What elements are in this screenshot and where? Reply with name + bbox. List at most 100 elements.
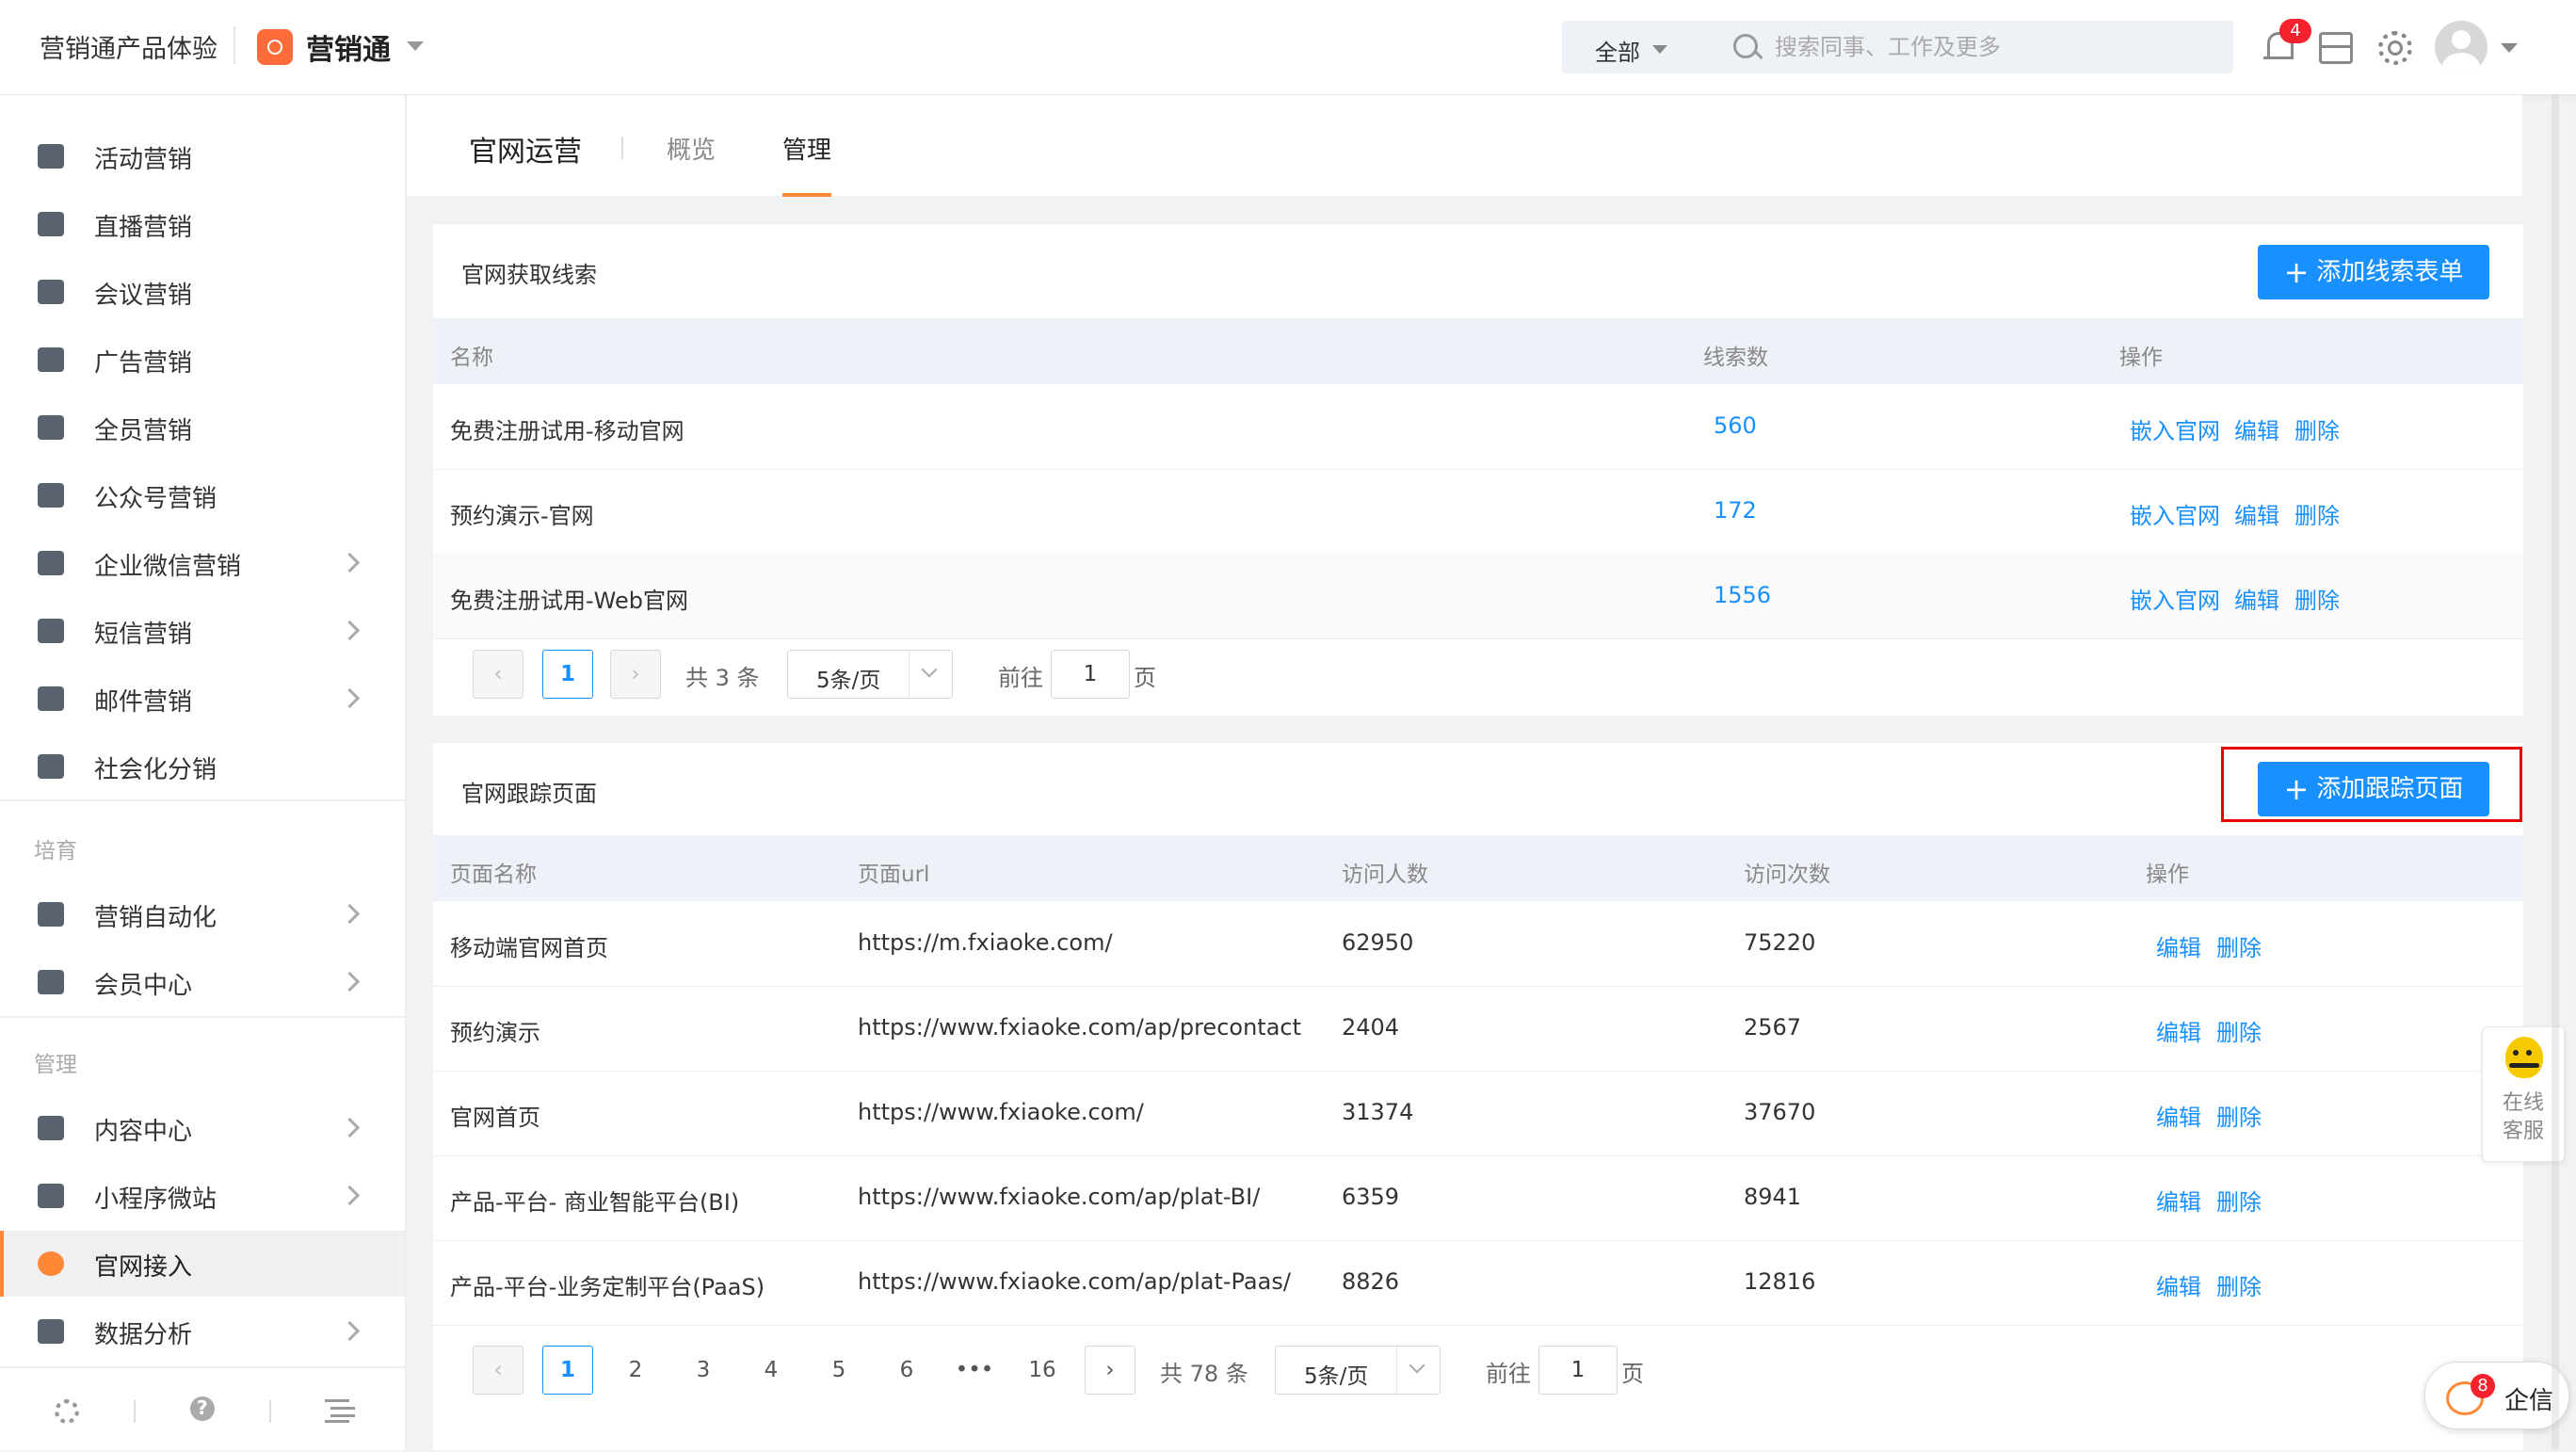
sidebar-item-mail[interactable]: 邮件营销 [0, 666, 405, 732]
sidebar-item-sms[interactable]: 短信营销 [0, 598, 405, 664]
tab-overview[interactable]: 概览 [667, 131, 716, 166]
page-number[interactable]: 3 [678, 1346, 729, 1395]
lead-count[interactable]: 560 [1714, 412, 1757, 439]
avatar[interactable] [2435, 21, 2487, 73]
sidebar-item-wecom[interactable]: 企业微信营销 [0, 530, 405, 596]
edit-link[interactable]: 编辑 [2156, 1014, 2201, 1047]
chevron-right-icon [339, 687, 361, 709]
app-name[interactable]: 营销通 [306, 26, 391, 68]
sidebar-item-ad[interactable]: 广告营销 [0, 327, 405, 393]
chevron-down-icon[interactable] [1652, 45, 1667, 54]
delete-link[interactable]: 删除 [2216, 1268, 2262, 1301]
sidebar-item-website[interactable]: 官网接入 [0, 1231, 405, 1297]
collapse-menu-icon[interactable] [325, 1396, 349, 1421]
delete-link[interactable]: 删除 [2294, 412, 2340, 445]
active-tab-indicator [782, 193, 831, 197]
column-header: 名称 [450, 346, 493, 370]
embed-link[interactable]: 嵌入官网 [2130, 497, 2220, 530]
delete-link[interactable]: 删除 [2294, 497, 2340, 530]
sidebar-item-team[interactable]: 全员营销 [0, 395, 405, 460]
bee-mascot-icon [2505, 1037, 2543, 1078]
page-number[interactable]: 6 [881, 1346, 932, 1395]
sidebar-item-content[interactable]: 内容中心 [0, 1095, 405, 1161]
qixin-chat-button[interactable]: 8 企信 [2424, 1362, 2569, 1429]
gear-icon[interactable] [2374, 26, 2413, 66]
prev-page-button[interactable]: ‹ [473, 650, 523, 699]
website-icon [38, 1251, 64, 1276]
page-number[interactable]: 1 [542, 650, 593, 699]
inbox-icon[interactable] [2315, 26, 2355, 66]
section-title: 官网获取线索 [461, 262, 597, 288]
plus-icon: + [2283, 254, 2310, 290]
page-name: 移动端官网首页 [450, 935, 608, 961]
delete-link[interactable]: 删除 [2216, 1099, 2262, 1132]
sidebar-item-miniapp[interactable]: 小程序微站 [0, 1163, 405, 1229]
app-switch-chevron-icon[interactable] [407, 41, 424, 51]
page-number[interactable]: 2 [610, 1346, 661, 1395]
divider [1396, 1347, 1397, 1394]
global-search: 全部 [1562, 21, 2233, 73]
sidebar-item-activity[interactable]: 活动营销 [0, 123, 405, 189]
edit-link[interactable]: 编辑 [2156, 1099, 2201, 1132]
sidebar-item-meeting[interactable]: 会议营销 [0, 259, 405, 325]
table-row: 预约演示-官网 172 嵌入官网 编辑 删除 [433, 469, 2523, 555]
table-row: 官网首页 https://www.fxiaoke.com/ 31374 3767… [433, 1071, 2523, 1156]
sidebar-item-label: 内容中心 [94, 1118, 193, 1146]
sidebar-item-analytics[interactable]: 数据分析 [0, 1299, 405, 1364]
chevron-down-icon[interactable] [2501, 43, 2518, 53]
sidebar-item-wechat[interactable]: 公众号营销 [0, 462, 405, 528]
tab-manage[interactable]: 管理 [782, 131, 831, 166]
add-lead-form-button[interactable]: + 添加线索表单 [2258, 245, 2489, 299]
column-header: 操作 [2119, 346, 2163, 370]
pagination: ‹ 1 › 共 3 条 5条/页 前往 1 页 [433, 629, 2523, 714]
edit-link[interactable]: 编辑 [2234, 582, 2279, 615]
page-number[interactable]: 4 [746, 1346, 797, 1395]
page-number[interactable]: 16 [1017, 1346, 1068, 1395]
lead-count[interactable]: 172 [1714, 497, 1757, 524]
visit-count: 37670 [1744, 1099, 1816, 1125]
ad-icon [38, 347, 64, 372]
workspace-name[interactable]: 营销通产品体验 [40, 28, 217, 65]
next-page-button[interactable]: › [1085, 1346, 1135, 1395]
sidebar-item-automation[interactable]: 营销自动化 [0, 881, 405, 947]
more-pages-ellipsis[interactable]: ••• [949, 1346, 1000, 1395]
search-input[interactable] [1773, 28, 2210, 66]
divider [233, 26, 235, 64]
next-page-button[interactable]: › [610, 650, 661, 699]
page-name: 预约演示 [450, 1020, 540, 1046]
table-row: 预约演示 https://www.fxiaoke.com/ap/preconta… [433, 986, 2523, 1072]
delete-link[interactable]: 删除 [2294, 582, 2340, 615]
table-header: 页面名称 页面url 访问人数 访问次数 操作 [433, 835, 2523, 901]
help-icon[interactable] [190, 1396, 215, 1421]
sidebar-item-live[interactable]: 直播营销 [0, 191, 405, 257]
search-scope-select[interactable]: 全部 [1595, 34, 1640, 67]
edit-link[interactable]: 编辑 [2156, 1184, 2201, 1217]
sidebar-item-distribution[interactable]: 社会化分销 [0, 734, 405, 799]
page-size-select[interactable]: 5条/页 [787, 650, 953, 699]
sidebar: 活动营销 直播营销 会议营销 广告营销 全员营销 公众号营销 企业微信营销 短信… [0, 95, 406, 1450]
embed-link[interactable]: 嵌入官网 [2130, 582, 2220, 615]
column-header: 访问人数 [1342, 863, 1428, 887]
page-url: https://www.fxiaoke.com/ap/plat-BI/ [858, 1184, 1261, 1210]
table-header: 名称 线索数 操作 [433, 318, 2523, 384]
edit-link[interactable]: 编辑 [2156, 929, 2201, 962]
goto-page-input[interactable]: 1 [1051, 650, 1130, 699]
lead-count[interactable]: 1556 [1714, 582, 1771, 608]
goto-page-input[interactable]: 1 [1538, 1346, 1618, 1395]
sidebar-item-vip[interactable]: 会员中心 [0, 949, 405, 1015]
settings-icon[interactable] [55, 1399, 79, 1424]
edit-link[interactable]: 编辑 [2234, 412, 2279, 445]
page-scrollbar[interactable] [2552, 94, 2559, 1450]
wecom-icon [38, 551, 64, 575]
edit-link[interactable]: 编辑 [2156, 1268, 2201, 1301]
chevron-down-icon [1409, 1357, 1425, 1374]
page-number[interactable]: 1 [542, 1346, 593, 1395]
edit-link[interactable]: 编辑 [2234, 497, 2279, 530]
delete-link[interactable]: 删除 [2216, 1184, 2262, 1217]
page-size-select[interactable]: 5条/页 [1275, 1346, 1441, 1395]
delete-link[interactable]: 删除 [2216, 1014, 2262, 1047]
embed-link[interactable]: 嵌入官网 [2130, 412, 2220, 445]
page-number[interactable]: 5 [813, 1346, 864, 1395]
prev-page-button[interactable]: ‹ [473, 1346, 523, 1395]
delete-link[interactable]: 删除 [2216, 929, 2262, 962]
